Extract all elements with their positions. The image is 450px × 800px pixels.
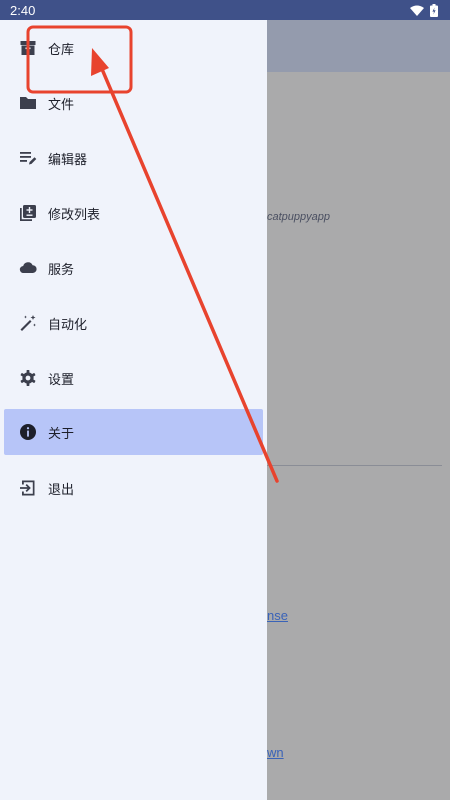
exit-icon <box>18 478 38 498</box>
nav-item-label: 修改列表 <box>48 207 101 223</box>
nav-item-repository[interactable]: 仓库 <box>4 25 263 71</box>
nav-item-about[interactable]: 关于 <box>4 409 263 455</box>
status-time: 2:40 <box>10 2 36 18</box>
battery-icon <box>430 3 438 17</box>
repository-icon <box>18 38 38 58</box>
nav-item-settings[interactable]: 设置 <box>4 355 263 401</box>
magic-wand-icon <box>18 313 38 333</box>
status-bar: 2:40 <box>0 0 450 20</box>
cloud-icon <box>18 258 38 278</box>
nav-item-automation[interactable]: 自动化 <box>4 300 263 346</box>
nav-item-files[interactable]: 文件 <box>4 80 263 126</box>
background-link-2[interactable]: wn <box>267 745 284 760</box>
nav-item-label: 服务 <box>48 262 75 278</box>
status-icons <box>410 3 438 17</box>
wifi-icon <box>410 5 424 16</box>
nav-item-editor[interactable]: 编辑器 <box>4 135 263 181</box>
nav-item-label: 自动化 <box>48 317 88 333</box>
nav-item-changelist[interactable]: 修改列表 <box>4 190 263 236</box>
folder-icon <box>18 93 38 113</box>
changelist-icon <box>18 203 38 223</box>
nav-item-label: 文件 <box>48 97 75 113</box>
background-link-1[interactable]: nse <box>267 608 288 623</box>
editor-icon <box>18 148 38 168</box>
navigation-drawer: 仓库 文件 编辑器 修改列表 服务 自动化 设置 关于 退出 <box>0 20 267 800</box>
nav-item-label: 退出 <box>48 482 75 498</box>
nav-item-label: 设置 <box>48 372 75 388</box>
background-author-text: catpuppyapp <box>267 211 330 223</box>
gear-icon <box>18 368 38 388</box>
info-icon <box>18 422 38 442</box>
nav-item-exit[interactable]: 退出 <box>4 465 263 511</box>
nav-item-label: 仓库 <box>48 42 75 58</box>
nav-item-service[interactable]: 服务 <box>4 245 263 291</box>
nav-item-label: 编辑器 <box>48 152 88 168</box>
nav-item-label: 关于 <box>48 426 75 442</box>
